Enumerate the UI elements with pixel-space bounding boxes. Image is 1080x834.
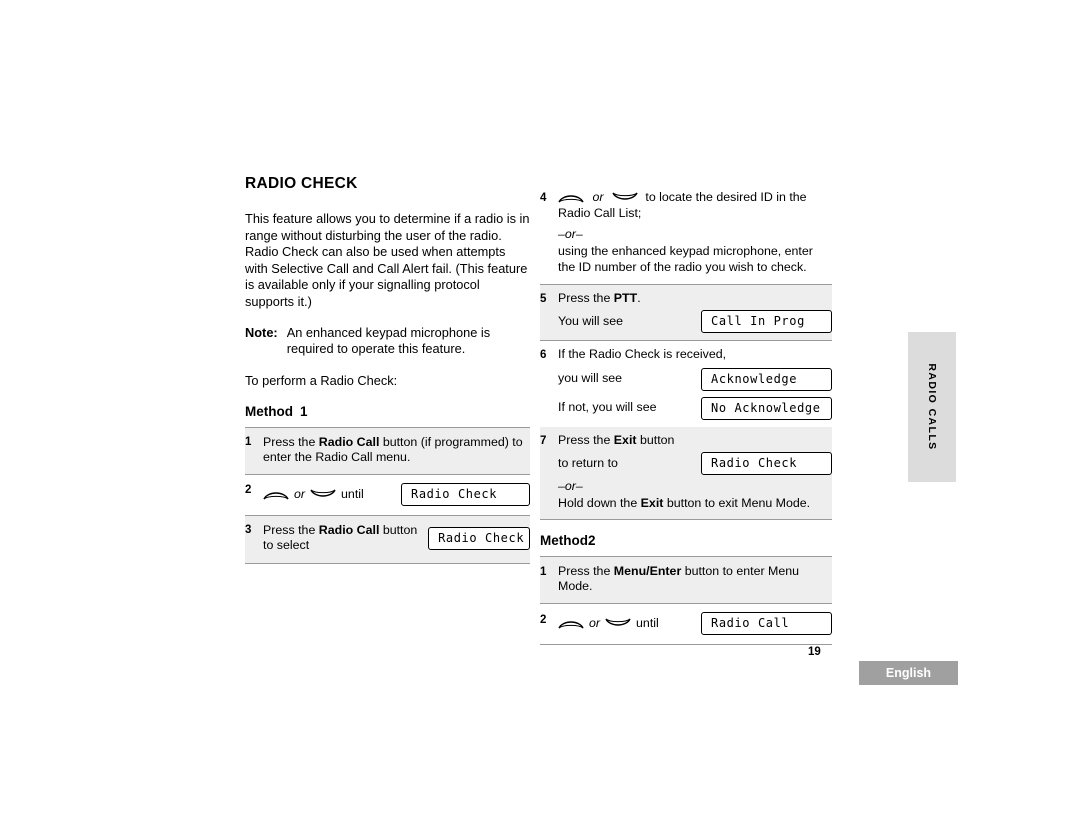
intro-paragraph: This feature allows you to determine if … bbox=[245, 211, 530, 309]
step7-closing-before: Hold down the bbox=[558, 496, 641, 511]
method1-steps: 1 Press the Radio Call button (if progra… bbox=[245, 426, 530, 564]
step-text: Press the Menu/Enter button to enter Men… bbox=[558, 564, 832, 595]
step7-closing-after: button to exit Menu Mode. bbox=[663, 496, 811, 511]
step-text-bold: Exit bbox=[613, 432, 637, 447]
method1-title: Method 1 bbox=[245, 404, 530, 419]
step-row: 4 or to locate the desired ID in the Rad… bbox=[540, 186, 832, 225]
step-row: 2 or until Radio Call bbox=[540, 602, 832, 645]
step-text: or to locate the desired ID in the Radio… bbox=[558, 190, 832, 221]
step-text-before: Press the bbox=[263, 522, 319, 537]
step-row: 3 Press the Radio Call button to select … bbox=[245, 514, 530, 564]
step-row: 1 Press the Radio Call button (if progra… bbox=[245, 426, 530, 474]
or-label: or bbox=[294, 486, 306, 501]
note-block: Note: An enhanced keypad microphone is r… bbox=[245, 325, 530, 358]
step-text-before: Press the bbox=[263, 434, 319, 449]
step-text-bold: PTT bbox=[613, 291, 638, 306]
step-text-before: Press the bbox=[558, 563, 614, 578]
step7-tail: –or– Hold down the Exit button to exit M… bbox=[540, 477, 832, 520]
or-label: or bbox=[589, 615, 601, 630]
lcd-display: Radio Check bbox=[701, 452, 832, 476]
arrow-up-key-icon[interactable] bbox=[558, 617, 584, 630]
lead-line: To perform a Radio Check: bbox=[245, 372, 398, 388]
or-label: or bbox=[592, 190, 604, 204]
step-text-bold: Radio Call bbox=[318, 522, 380, 537]
method2-title-word: Method bbox=[540, 532, 588, 548]
step6-sub1: you will see bbox=[558, 371, 623, 386]
lcd-display: No Acknowledge bbox=[701, 396, 832, 420]
step7-closing: Hold down the Exit button to exit Menu M… bbox=[558, 496, 832, 512]
step-number: 6 bbox=[540, 348, 547, 361]
lcd-display: Radio Check bbox=[401, 482, 530, 506]
step-text-after: button bbox=[636, 432, 675, 447]
step-number: 1 bbox=[245, 435, 252, 448]
step-row: 6 If the Radio Check is received, you wi… bbox=[540, 339, 832, 427]
step7-sub: to return to bbox=[558, 455, 618, 470]
lcd-display: Acknowledge bbox=[701, 367, 832, 391]
or-divider: –or– bbox=[558, 479, 583, 494]
method1-title-word: Method bbox=[245, 403, 293, 419]
right-column: 4 or to locate the desired ID in the Rad… bbox=[540, 186, 832, 645]
step-text: Press the PTT. bbox=[558, 291, 832, 307]
note-label: Note: bbox=[245, 324, 278, 340]
or-divider: –or– bbox=[558, 227, 583, 242]
note-text: An enhanced keypad microphone is require… bbox=[286, 324, 491, 357]
step-inline-row: You will see Call In Prog bbox=[558, 309, 832, 333]
step-text: Press the Radio Call button (if programm… bbox=[263, 435, 530, 466]
step-number: 4 bbox=[540, 192, 547, 204]
step-text-before: Press the bbox=[558, 291, 614, 306]
lcd-display: Call In Prog bbox=[701, 309, 832, 333]
left-column: RADIO CHECK This feature allows you to d… bbox=[245, 175, 530, 564]
step5-sub: You will see bbox=[558, 313, 623, 328]
step-text-bold: Menu/Enter bbox=[613, 563, 682, 578]
until-label: until bbox=[341, 486, 364, 501]
step-inline-row: or until Radio Call bbox=[558, 611, 832, 635]
section-tab-label: RADIO CALLS bbox=[926, 363, 938, 451]
method2-steps: 1 Press the Menu/Enter button to enter M… bbox=[540, 555, 832, 645]
arrow-down-key-icon[interactable] bbox=[310, 488, 336, 501]
page-number: 19 bbox=[808, 646, 821, 658]
step-number: 2 bbox=[540, 613, 547, 626]
arrow-down-key-icon[interactable] bbox=[605, 617, 631, 630]
method2-number: 2 bbox=[588, 532, 596, 548]
step-inline-row: If not, you will see No Acknowledge bbox=[558, 396, 832, 420]
manual-page: RADIO CHECK This feature allows you to d… bbox=[0, 0, 1080, 834]
method1-number: 1 bbox=[300, 403, 308, 419]
step-text-bold: Radio Call bbox=[318, 434, 380, 449]
step4-continuation: using the enhanced keypad microphone, en… bbox=[558, 244, 813, 274]
language-badge: English bbox=[859, 661, 958, 685]
lcd-display: Radio Check bbox=[428, 526, 530, 550]
step-row: 5 Press the PTT. You will see Call In Pr… bbox=[540, 284, 832, 340]
step-row: 2 or until Radio Check bbox=[245, 473, 530, 515]
until-label: until bbox=[636, 615, 659, 630]
step-row: 1 Press the Menu/Enter button to enter M… bbox=[540, 555, 832, 603]
step-number: 1 bbox=[540, 565, 547, 578]
arrow-down-key-icon[interactable] bbox=[612, 191, 638, 204]
step6-text: If the Radio Check is received, bbox=[558, 346, 727, 361]
method2-title: Method2 bbox=[540, 533, 832, 548]
step-inline-row: or until Radio Check bbox=[263, 482, 530, 506]
step-inline-row: to return to Radio Check bbox=[558, 452, 832, 476]
lcd-display: Radio Call bbox=[701, 611, 832, 635]
section-tab: RADIO CALLS bbox=[908, 332, 956, 482]
step-row: 7 Press the Exit button to return to Rad… bbox=[540, 426, 832, 478]
step7-closing-bold: Exit bbox=[640, 496, 664, 511]
step-number: 2 bbox=[245, 483, 252, 496]
step-number: 3 bbox=[245, 523, 252, 536]
step6-sub2: If not, you will see bbox=[558, 400, 657, 415]
step-text: Press the Exit button bbox=[558, 433, 832, 449]
page-title: RADIO CHECK bbox=[245, 175, 358, 192]
step-number: 5 bbox=[540, 293, 547, 306]
step-number: 7 bbox=[540, 434, 547, 447]
step-inline-row: Press the Radio Call button to select Ra… bbox=[263, 523, 530, 554]
arrow-up-key-icon[interactable] bbox=[558, 191, 584, 204]
step-text: Press the Radio Call button to select bbox=[263, 523, 428, 554]
step-text-after: . bbox=[637, 291, 641, 306]
step-inline-row: you will see Acknowledge bbox=[558, 367, 832, 391]
step-text-before: Press the bbox=[558, 432, 614, 447]
arrow-up-key-icon[interactable] bbox=[263, 488, 289, 501]
